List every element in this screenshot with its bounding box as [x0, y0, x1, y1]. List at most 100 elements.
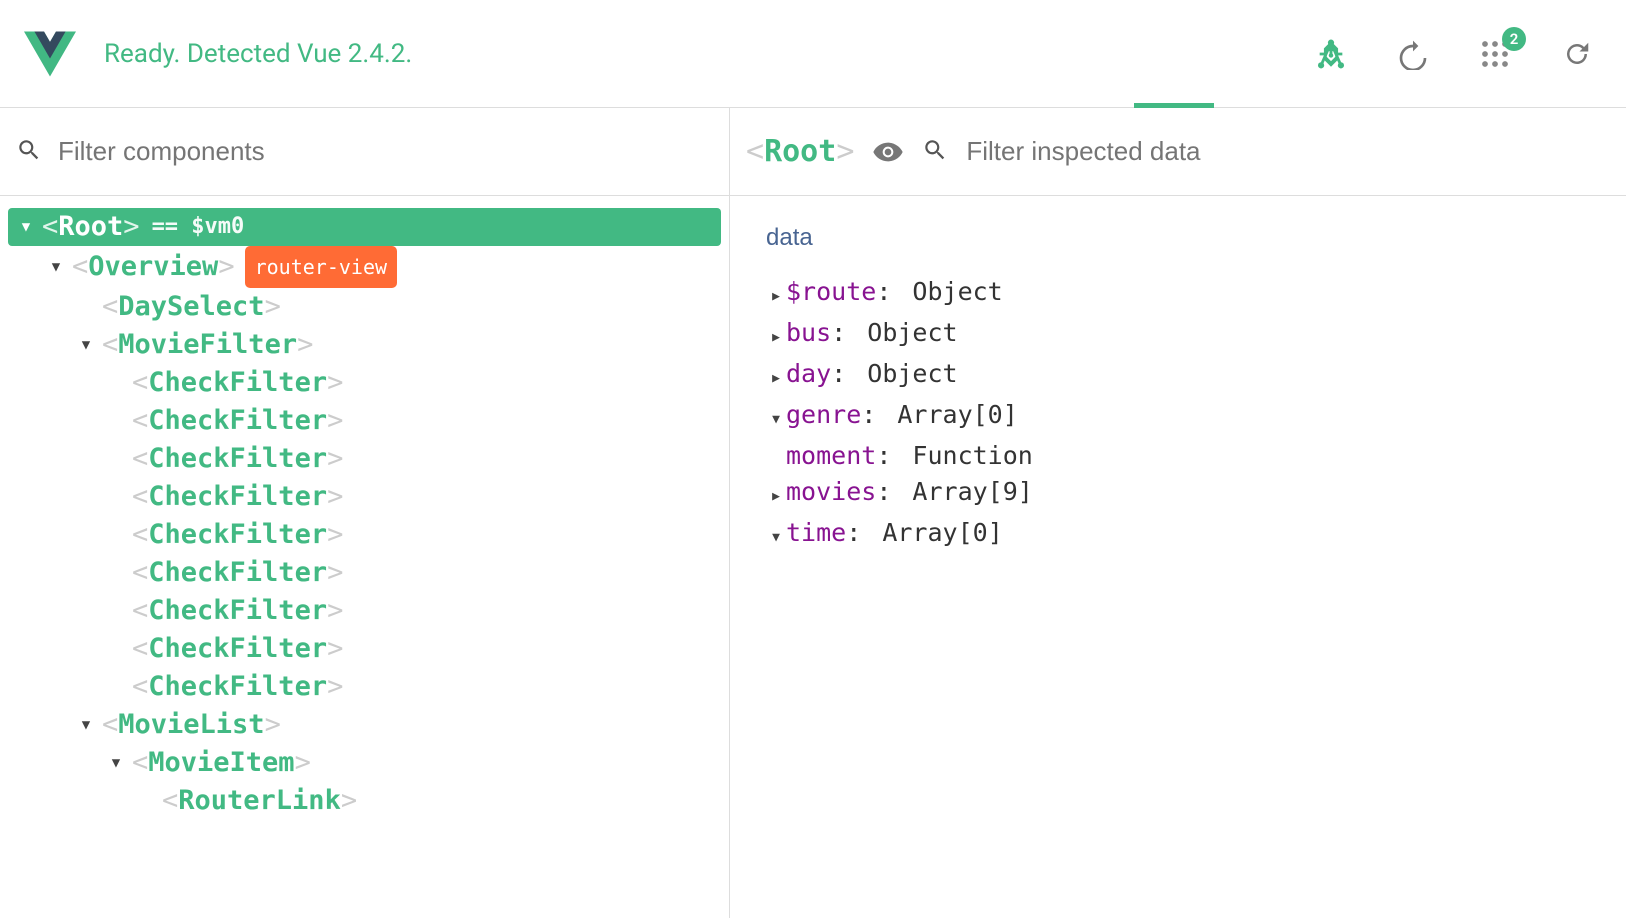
component-tree: ▼<Root>== $vm0▼<Overview>router-view<Day… — [0, 196, 729, 832]
prop-value: Object — [852, 318, 957, 347]
prop-row[interactable]: ▼genre: Array[0] — [766, 397, 1590, 438]
events-tab-icon[interactable]: 2 — [1478, 37, 1512, 71]
component-name: CheckFilter — [148, 668, 327, 706]
prop-key: $route — [786, 277, 876, 306]
expand-arrow-icon[interactable]: ▼ — [76, 326, 96, 364]
bracket: < — [132, 516, 148, 554]
bracket: < — [102, 706, 118, 744]
component-name: CheckFilter — [148, 554, 327, 592]
component-name: MovieItem — [148, 744, 294, 782]
component-filter-input[interactable] — [58, 136, 713, 167]
header-tabs: 2 — [1314, 37, 1602, 71]
prop-row[interactable]: ▶day: Object — [766, 356, 1590, 397]
prop-key: genre — [786, 400, 861, 429]
component-filter-row — [0, 108, 729, 196]
component-name: Root — [58, 208, 123, 246]
header: Ready. Detected Vue 2.4.2. 2 — [0, 0, 1626, 108]
components-tab-icon[interactable] — [1314, 37, 1348, 71]
expand-arrow-icon[interactable]: ▼ — [766, 520, 786, 556]
bracket: > — [327, 364, 343, 402]
bracket: > — [218, 248, 234, 286]
expand-arrow-icon[interactable]: ▼ — [106, 744, 126, 782]
data-filter-input[interactable] — [966, 136, 1610, 167]
tree-node[interactable]: <CheckFilter> — [98, 402, 721, 440]
component-name: CheckFilter — [148, 478, 327, 516]
prop-value: Object — [897, 277, 1002, 306]
bracket: < — [132, 554, 148, 592]
tree-node[interactable]: ▼<Overview>router-view — [38, 246, 721, 288]
bracket: < — [42, 208, 58, 246]
component-name: CheckFilter — [148, 592, 327, 630]
tree-node[interactable]: ▼<MovieFilter> — [68, 326, 721, 364]
expand-arrow-icon[interactable]: ▼ — [76, 706, 96, 744]
tree-node[interactable]: <CheckFilter> — [98, 516, 721, 554]
prop-colon: : — [846, 518, 861, 547]
tree-node[interactable]: ▼<Root> == $vm0 — [8, 208, 721, 246]
tree-node[interactable]: <CheckFilter> — [98, 630, 721, 668]
component-name: RouterLink — [178, 782, 341, 820]
data-section: data ▶$route: Object▶bus: Object▶day: Ob… — [730, 196, 1626, 580]
tree-node[interactable]: ▼<MovieList> — [68, 706, 721, 744]
prop-colon: : — [831, 359, 846, 388]
tree-node[interactable]: ▼<MovieItem> — [98, 744, 721, 782]
tree-node[interactable]: <CheckFilter> — [98, 554, 721, 592]
component-name: MovieList — [118, 706, 264, 744]
bracket: > — [265, 706, 281, 744]
vm-ref: == $vm0 — [152, 208, 245, 246]
prop-key: movies — [786, 477, 876, 506]
bracket: < — [162, 782, 178, 820]
tree-node[interactable]: <CheckFilter> — [98, 592, 721, 630]
expand-arrow-icon[interactable]: ▶ — [766, 479, 786, 515]
component-name: Overview — [88, 248, 218, 286]
prop-colon: : — [876, 477, 891, 506]
tree-node[interactable]: <RouterLink> — [128, 782, 721, 820]
component-name: DaySelect — [118, 288, 264, 326]
bracket: > — [327, 478, 343, 516]
bracket: < — [102, 288, 118, 326]
tree-node[interactable]: <CheckFilter> — [98, 364, 721, 402]
prop-value: Array[0] — [867, 518, 1002, 547]
bracket: < — [132, 440, 148, 478]
inspector-title: <Root> — [746, 134, 854, 169]
expand-arrow-icon[interactable]: ▼ — [16, 208, 36, 246]
prop-value: Function — [897, 441, 1032, 470]
bracket: > — [327, 630, 343, 668]
component-name: CheckFilter — [148, 402, 327, 440]
tree-node[interactable]: <DaySelect> — [68, 288, 721, 326]
vue-logo — [24, 31, 76, 77]
expand-arrow-icon[interactable]: ▶ — [766, 361, 786, 397]
tree-node[interactable]: <CheckFilter> — [98, 440, 721, 478]
tree-node[interactable]: <CheckFilter> — [98, 668, 721, 706]
refresh-icon[interactable] — [1560, 37, 1594, 71]
prop-colon: : — [876, 277, 891, 306]
bracket: < — [102, 326, 118, 364]
bracket: > — [327, 554, 343, 592]
expand-arrow-icon[interactable]: ▼ — [46, 248, 66, 286]
prop-row[interactable]: ▶bus: Object — [766, 315, 1590, 356]
component-name: CheckFilter — [148, 364, 327, 402]
bracket: < — [72, 248, 88, 286]
prop-colon: : — [861, 400, 876, 429]
search-icon — [922, 137, 948, 167]
eye-icon[interactable] — [872, 136, 904, 168]
expand-arrow-icon[interactable]: ▶ — [766, 279, 786, 315]
vuex-tab-icon[interactable] — [1396, 37, 1430, 71]
expand-arrow-icon[interactable]: ▶ — [766, 320, 786, 356]
expand-arrow-icon[interactable]: ▼ — [766, 402, 786, 438]
prop-row[interactable]: ▶$route: Object — [766, 274, 1590, 315]
component-name: MovieFilter — [118, 326, 297, 364]
props-list: ▶$route: Object▶bus: Object▶day: Object▼… — [766, 274, 1590, 556]
prop-row[interactable]: moment: Function — [766, 438, 1590, 474]
prop-value: Array[9] — [897, 477, 1032, 506]
component-name: CheckFilter — [148, 440, 327, 478]
bracket: > — [123, 208, 139, 246]
prop-value: Array[0] — [882, 400, 1017, 429]
bracket: > — [327, 592, 343, 630]
prop-row[interactable]: ▶movies: Array[9] — [766, 474, 1590, 515]
bracket: < — [132, 402, 148, 440]
tree-node[interactable]: <CheckFilter> — [98, 478, 721, 516]
prop-row[interactable]: ▼time: Array[0] — [766, 515, 1590, 556]
prop-key: day — [786, 359, 831, 388]
bracket: < — [132, 668, 148, 706]
active-tab-underline — [1134, 103, 1214, 108]
